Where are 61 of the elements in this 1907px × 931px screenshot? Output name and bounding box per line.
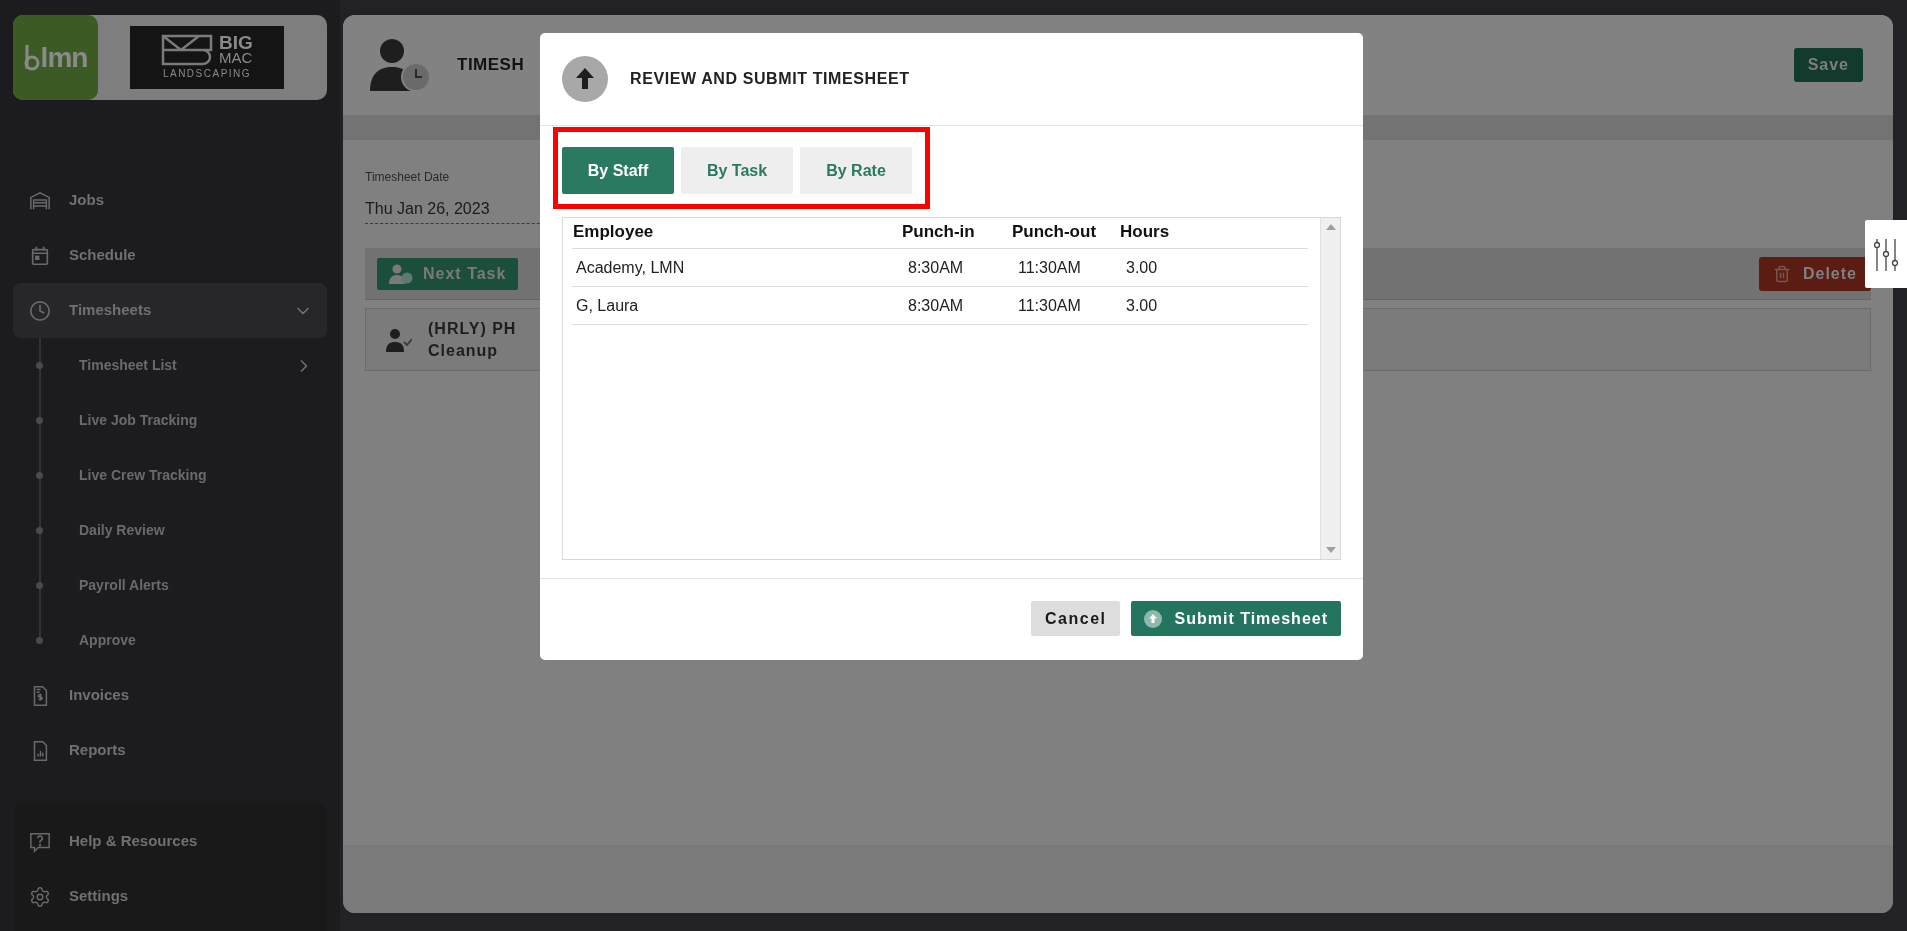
nav-item[interactable]: Timesheets bbox=[13, 283, 327, 338]
clock-icon bbox=[29, 299, 51, 322]
delete-button[interactable]: Delete bbox=[1758, 256, 1871, 291]
table-cell-text: Academy, LMN bbox=[575, 257, 686, 278]
nav-subitem[interactable]: Payroll Alerts bbox=[0, 558, 340, 613]
user-clock-icon bbox=[370, 37, 432, 93]
tab[interactable]: By Rate bbox=[800, 147, 912, 194]
nav-subitem[interactable]: Live Crew Tracking bbox=[0, 448, 340, 503]
nav-item[interactable]: Jobs bbox=[13, 173, 327, 228]
user-check-icon bbox=[386, 327, 412, 352]
save-button[interactable]: Save bbox=[1793, 48, 1863, 82]
nav-subitem[interactable]: Approve bbox=[0, 613, 340, 668]
help-icon bbox=[29, 830, 51, 853]
table-cell-text: 3.00 bbox=[1125, 295, 1159, 316]
column-header: Employee bbox=[572, 220, 655, 243]
logo-mark-icon bbox=[23, 44, 40, 71]
tab[interactable]: By Staff bbox=[562, 147, 674, 194]
sliders-icon bbox=[1874, 237, 1898, 271]
column-header: Punch-out bbox=[1012, 220, 1098, 243]
calendar-icon bbox=[29, 244, 51, 267]
table-cell-text: 11:30AM bbox=[1017, 257, 1082, 278]
table-cell-text: 11:30AM bbox=[1017, 295, 1082, 316]
page-title: TIMESH bbox=[457, 54, 525, 77]
settings-icon bbox=[29, 885, 51, 908]
cancel-button[interactable]: Cancel bbox=[1031, 601, 1121, 636]
column-header: Punch-in bbox=[902, 220, 976, 243]
table-cell-text: 8:30AM bbox=[907, 257, 965, 278]
nav-item[interactable]: Schedule bbox=[13, 228, 327, 283]
garage-icon bbox=[29, 189, 51, 212]
company-name: BIG bbox=[219, 35, 253, 50]
scroll-down-icon[interactable] bbox=[1325, 547, 1336, 553]
scroll-up-icon[interactable] bbox=[1325, 224, 1336, 230]
nav-item[interactable]: Help & Resources bbox=[13, 814, 327, 869]
next-task-button[interactable]: Next Task bbox=[377, 257, 519, 290]
nav-subitem[interactable]: Timesheet List bbox=[0, 338, 340, 393]
task-text: (HRLY) PH bbox=[428, 318, 517, 339]
nav-item[interactable]: Settings bbox=[13, 869, 327, 924]
upload-icon bbox=[562, 56, 608, 102]
table-cell-text: 8:30AM bbox=[907, 295, 965, 316]
task-text: Cleanup bbox=[428, 340, 500, 361]
user-clock-icon bbox=[389, 263, 413, 284]
table-cell-text: G, Laura bbox=[575, 295, 640, 316]
upload-icon bbox=[1144, 609, 1163, 628]
app-logo-text: lmn bbox=[40, 40, 88, 75]
scrollbar[interactable] bbox=[1320, 218, 1340, 559]
app-logo[interactable]: lmn bbox=[13, 15, 98, 100]
nav-item[interactable]: Invoices bbox=[13, 668, 327, 723]
tab[interactable]: By Task bbox=[681, 147, 793, 194]
table-cell-text: 3.00 bbox=[1125, 257, 1159, 278]
nav-subitem[interactable]: Live Job Tracking bbox=[0, 393, 340, 448]
company-name: MAC bbox=[219, 50, 253, 65]
filter-button[interactable] bbox=[1865, 220, 1907, 288]
monogram-icon bbox=[161, 34, 214, 66]
column-header: Hours bbox=[1120, 220, 1171, 243]
nav-subitem[interactable]: Daily Review bbox=[0, 503, 340, 558]
field-label: Timesheet Date bbox=[365, 169, 450, 186]
trash-icon bbox=[1772, 264, 1791, 283]
dialog-title: REVIEW AND SUBMIT TIMESHEET bbox=[630, 69, 910, 89]
nav-item[interactable]: Reports bbox=[13, 723, 327, 778]
company-tagline: LANDSCAPING bbox=[162, 67, 252, 81]
submit-button[interactable]: Submit Timesheet bbox=[1131, 601, 1341, 636]
